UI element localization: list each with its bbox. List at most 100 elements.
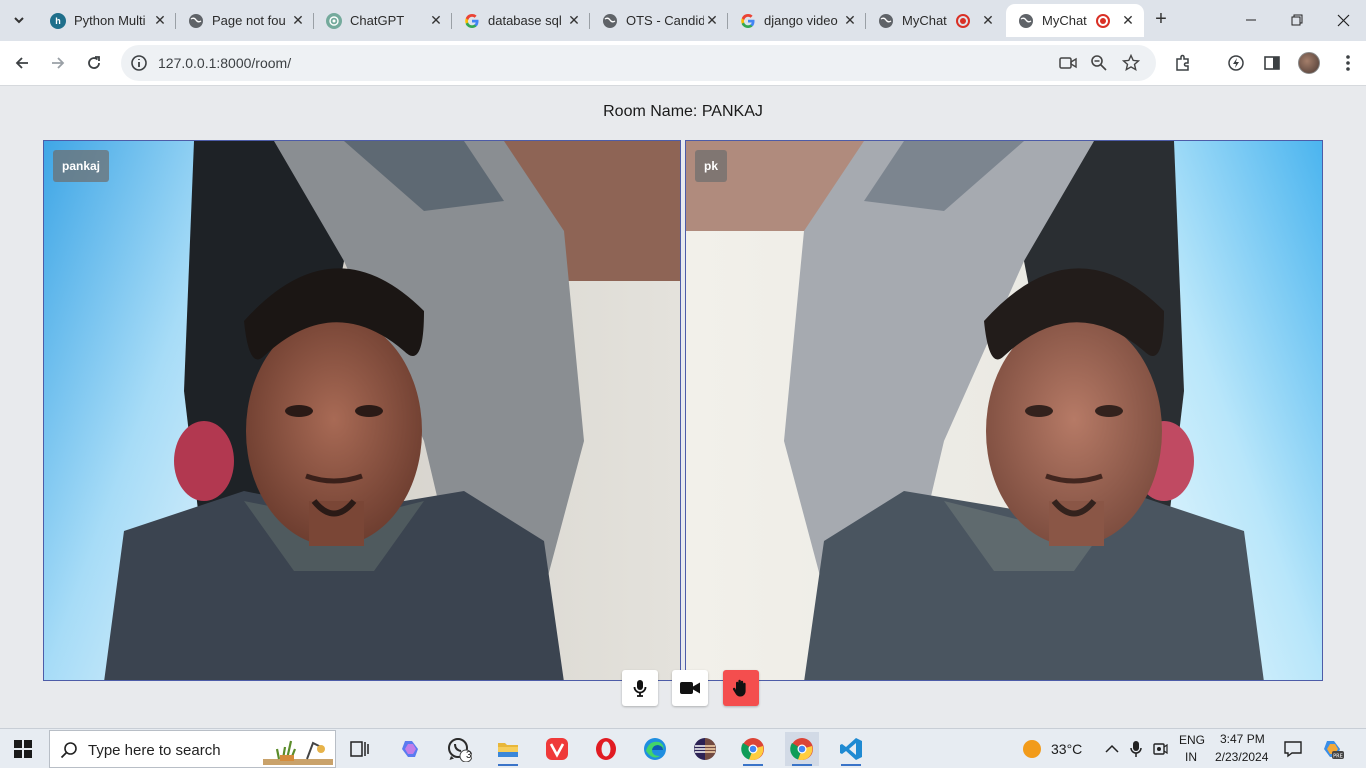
tab-mychat-1[interactable]: MyChat ✕	[866, 4, 1004, 37]
hand-icon	[732, 679, 746, 697]
tab-database-sql[interactable]: database sql ✕	[452, 4, 590, 37]
arrow-right-icon	[52, 57, 65, 69]
tab-chatgpt[interactable]: ChatGPT ✕	[314, 4, 452, 37]
chrome-icon	[741, 738, 764, 761]
mic-toggle-button[interactable]	[622, 670, 658, 706]
tab-ots-candidate[interactable]: OTS - Candid ✕	[590, 4, 728, 37]
tab-title: MyChat	[902, 13, 947, 28]
tab-title: Python Multi	[74, 13, 146, 28]
close-tab-icon[interactable]: ✕	[980, 12, 996, 29]
input-language[interactable]: ENG	[1179, 733, 1205, 747]
tab-page-not-found[interactable]: Page not fou ✕	[176, 4, 314, 37]
restore-icon	[1291, 14, 1303, 26]
clock-time[interactable]: 3:47 PM	[1220, 732, 1265, 746]
close-icon	[1337, 14, 1349, 26]
eclipse-button[interactable]	[688, 732, 722, 766]
side-panel-icon[interactable]	[1260, 51, 1284, 75]
address-bar[interactable]: 127.0.0.1:8000/room/	[121, 45, 1156, 81]
tab-title: ChatGPT	[350, 13, 405, 28]
file-explorer-button[interactable]	[491, 732, 525, 766]
whatsapp-badge: 3	[466, 750, 472, 761]
microphone-icon	[633, 680, 647, 697]
search-placeholder: Type here to search	[88, 742, 221, 759]
whatsapp-button[interactable]: 3	[442, 732, 476, 766]
opera-button[interactable]	[589, 732, 623, 766]
tab-title: MyChat	[1042, 13, 1087, 28]
notifications-icon[interactable]	[1284, 740, 1302, 758]
close-tab-icon[interactable]: ✕	[152, 12, 168, 29]
url-text[interactable]: 127.0.0.1:8000/room/	[158, 55, 291, 71]
bookmark-star-icon[interactable]	[1120, 52, 1142, 74]
task-view-icon	[350, 741, 369, 757]
task-view-button[interactable]	[343, 732, 377, 766]
forward-button[interactable]	[42, 47, 74, 79]
opera-icon	[596, 738, 616, 760]
close-tab-icon[interactable]: ✕	[1120, 12, 1136, 29]
close-tab-icon[interactable]: ✕	[704, 12, 720, 29]
globe-icon	[188, 13, 204, 29]
edge-button[interactable]	[638, 732, 672, 766]
profile-avatar[interactable]	[1298, 52, 1320, 74]
tab-mychat-active[interactable]: MyChat ✕	[1006, 4, 1144, 37]
chevron-up-icon[interactable]	[1103, 740, 1121, 758]
microphone-tray-icon[interactable]	[1127, 740, 1145, 758]
svg-text:PRE: PRE	[1333, 754, 1343, 760]
leave-call-button[interactable]	[723, 670, 759, 706]
copilot-icon	[402, 741, 418, 757]
room-title: Room Name: PANKAJ	[603, 103, 763, 120]
kebab-menu-icon[interactable]	[1336, 51, 1360, 75]
video-room-page: Room Name: PANKAJ pankaj pk	[0, 87, 1366, 728]
performance-icon[interactable]	[1224, 51, 1248, 75]
search-highlight-plant-icon	[263, 740, 333, 765]
chrome-button[interactable]	[785, 732, 819, 766]
restore-button[interactable]	[1274, 0, 1320, 40]
vivaldi-button[interactable]	[540, 732, 574, 766]
chrome-profile-button[interactable]	[736, 732, 770, 766]
close-tab-icon[interactable]: ✕	[428, 12, 444, 29]
tab-title: OTS - Candid	[626, 13, 704, 28]
zoom-icon[interactable]	[1088, 52, 1110, 74]
extensions-puzzle-icon[interactable]	[1171, 51, 1195, 75]
site-info-icon[interactable]	[129, 53, 149, 73]
copilot-preview-icon[interactable]: PRE	[1322, 738, 1344, 760]
tab-strip: h Python Multi ✕ Page not fou ✕ ChatGPT …	[0, 0, 1366, 41]
participant-name-tag: pk	[695, 150, 728, 182]
close-window-button[interactable]	[1320, 0, 1366, 40]
new-tab-button[interactable]: +	[1150, 8, 1172, 30]
reload-button[interactable]	[78, 47, 110, 79]
back-button[interactable]	[6, 47, 38, 79]
minimize-button[interactable]	[1228, 0, 1274, 40]
video-tile-pk[interactable]: pk	[685, 140, 1323, 681]
globe-icon	[1018, 13, 1034, 29]
camera-toggle-button[interactable]	[672, 670, 708, 706]
tab-title: Page not fou	[212, 13, 286, 28]
tab-python-multi[interactable]: h Python Multi ✕	[38, 4, 176, 37]
google-icon	[464, 13, 480, 29]
video-tile-pankaj[interactable]: pankaj	[43, 140, 681, 681]
minimize-icon	[1246, 19, 1256, 21]
globe-icon	[602, 13, 618, 29]
call-controls	[0, 670, 1366, 706]
clock-date[interactable]: 2/23/2024	[1215, 750, 1268, 764]
windows-start-icon[interactable]	[14, 740, 32, 758]
weather-sun-icon[interactable]	[1022, 739, 1042, 759]
input-region[interactable]: IN	[1185, 750, 1197, 764]
arrow-left-icon	[15, 57, 28, 69]
vscode-button[interactable]	[834, 732, 868, 766]
close-tab-icon[interactable]: ✕	[842, 12, 858, 29]
close-tab-icon[interactable]: ✕	[566, 12, 582, 29]
chatgpt-icon	[326, 12, 342, 29]
taskbar-search-box[interactable]: Type here to search	[49, 730, 336, 768]
python-tab-icon: h	[50, 12, 66, 29]
vivaldi-icon	[546, 738, 568, 760]
copilot-button[interactable]	[393, 732, 427, 766]
tab-search-button[interactable]	[6, 7, 32, 33]
reload-icon	[88, 56, 100, 69]
camera-in-use-icon[interactable]	[1057, 52, 1079, 74]
tab-django-video[interactable]: django video ✕	[728, 4, 866, 37]
close-tab-icon[interactable]: ✕	[290, 12, 306, 29]
weather-temperature[interactable]: 33°C	[1051, 741, 1082, 757]
camera-tray-icon[interactable]	[1151, 740, 1169, 758]
camera-feed-image	[686, 141, 1322, 680]
tab-title: database sql	[488, 13, 562, 28]
